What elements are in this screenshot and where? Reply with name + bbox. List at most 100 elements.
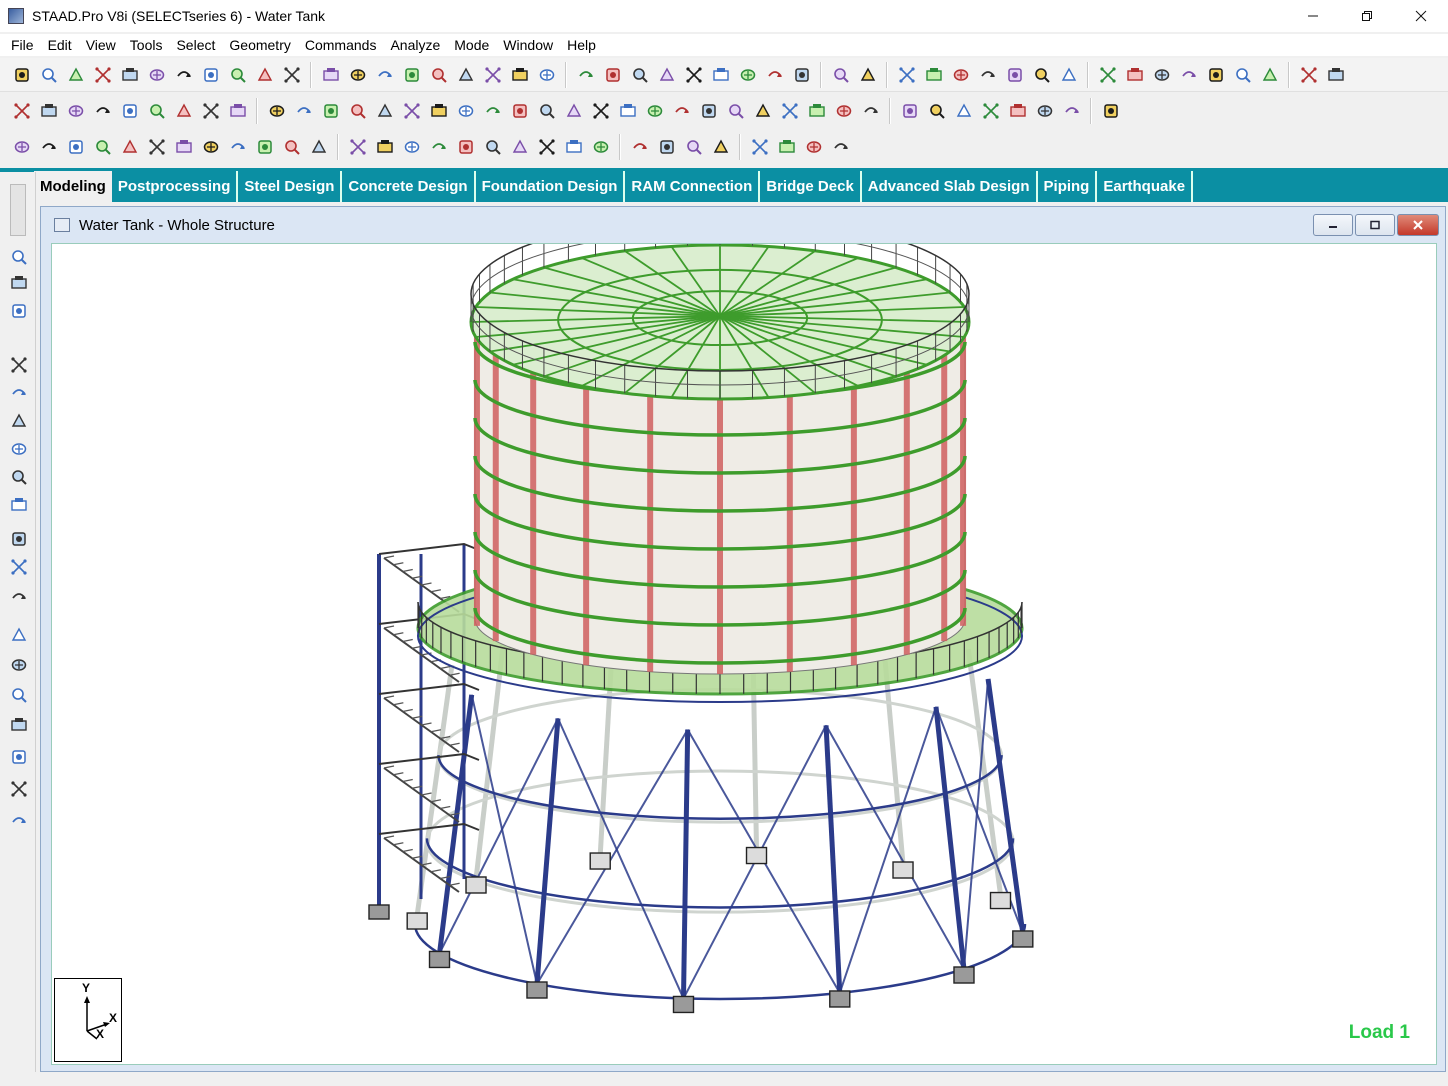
spin-left-button[interactable] [830, 64, 852, 86]
save-all-button[interactable] [92, 64, 114, 86]
structure-viewport[interactable]: Y X X Load 1 [51, 243, 1437, 1065]
intersect-button[interactable] [482, 100, 504, 122]
nodes-cursor-button[interactable] [896, 64, 918, 86]
node-cursor-button[interactable] [602, 64, 624, 86]
merge-beams-button[interactable] [644, 100, 666, 122]
rotate-up-button[interactable] [764, 64, 786, 86]
sidebar-general-button[interactable] [8, 354, 30, 376]
menu-view[interactable]: View [79, 37, 123, 53]
add-button[interactable] [776, 136, 798, 158]
settings-button[interactable] [1034, 100, 1056, 122]
rotate-geometry-button[interactable] [347, 100, 369, 122]
spin-right-button[interactable] [857, 64, 879, 86]
menu-window[interactable]: Window [496, 37, 560, 53]
zoom-all-button[interactable] [428, 64, 450, 86]
tab-modeling[interactable]: Modeling [34, 171, 112, 202]
child-maximize-button[interactable] [1355, 214, 1395, 236]
zoom-dynamic-button[interactable] [482, 64, 504, 86]
menu-file[interactable]: File [4, 37, 41, 53]
analysis-button[interactable] [656, 136, 678, 158]
plus-button[interactable] [803, 136, 825, 158]
sphere-button[interactable] [1007, 100, 1029, 122]
sidebar-load-button[interactable] [8, 466, 30, 488]
circle-button[interactable] [173, 100, 195, 122]
menu-tools[interactable]: Tools [123, 37, 170, 53]
mirror-button[interactable] [320, 100, 342, 122]
plates-cursor-button[interactable] [950, 64, 972, 86]
support-button[interactable] [65, 136, 87, 158]
geometry-cursor-button[interactable] [1031, 64, 1053, 86]
tab-bridge-deck[interactable]: Bridge Deck [760, 171, 862, 202]
plot-button[interactable] [1205, 64, 1227, 86]
menu-commands[interactable]: Commands [298, 37, 384, 53]
tab-concrete-design[interactable]: Concrete Design [342, 171, 476, 202]
add-node-button[interactable] [590, 100, 612, 122]
annotation-button[interactable] [710, 136, 732, 158]
child-close-button[interactable] [1397, 214, 1439, 236]
plate-snap-button[interactable] [953, 100, 975, 122]
cylinder-button[interactable] [1061, 100, 1083, 122]
beam-snap-button[interactable] [926, 100, 948, 122]
offset-button[interactable] [698, 100, 720, 122]
front-view-button[interactable] [683, 64, 705, 86]
tab-earthquake[interactable]: Earthquake [1097, 171, 1194, 202]
solid-snap-button[interactable] [980, 100, 1002, 122]
menu-help[interactable]: Help [560, 37, 603, 53]
tab-foundation-design[interactable]: Foundation Design [476, 171, 626, 202]
refresh-button[interactable] [1232, 64, 1254, 86]
sidebar-setup-button[interactable] [8, 272, 30, 294]
section-button[interactable] [347, 136, 369, 158]
compression-only-button[interactable] [308, 136, 330, 158]
sidebar-spec-button[interactable] [8, 410, 30, 432]
sidebar-output-button[interactable] [8, 714, 30, 736]
plate-button[interactable] [65, 100, 87, 122]
sidebar-design-button[interactable] [8, 556, 30, 578]
move-button[interactable] [374, 100, 396, 122]
solid-button[interactable] [92, 100, 114, 122]
tube-button[interactable] [401, 136, 423, 158]
sidebar-geometry-button[interactable] [8, 300, 30, 322]
split-button[interactable] [455, 100, 477, 122]
plus-red-button[interactable] [830, 136, 852, 158]
tab-postprocessing[interactable]: Postprocessing [112, 171, 239, 202]
sidebar-results-button[interactable] [8, 654, 30, 676]
node-snap-button[interactable] [899, 100, 921, 122]
user-table-button[interactable] [482, 136, 504, 158]
sidebar-report-button[interactable] [8, 684, 30, 706]
generate-plate-button[interactable] [725, 100, 747, 122]
infill-plate-button[interactable] [779, 100, 801, 122]
tension-only-button[interactable] [281, 136, 303, 158]
child-minimize-button[interactable] [1313, 214, 1353, 236]
sidebar-export-button[interactable] [8, 778, 30, 800]
spec-button[interactable] [146, 136, 168, 158]
break-beams-button[interactable] [671, 100, 693, 122]
tapered-button[interactable] [455, 136, 477, 158]
zoom-out-button[interactable] [347, 64, 369, 86]
renumber-button[interactable] [509, 100, 531, 122]
surface-button[interactable] [119, 100, 141, 122]
beam-button[interactable] [38, 100, 60, 122]
tab-advanced-slab-design[interactable]: Advanced Slab Design [862, 171, 1038, 202]
pencil-button[interactable] [146, 100, 168, 122]
sidebar-support-button[interactable] [8, 438, 30, 460]
isometric-view-button[interactable] [656, 64, 678, 86]
symbols-button[interactable] [1124, 64, 1146, 86]
prismatic-button[interactable] [428, 136, 450, 158]
labels-button[interactable] [1058, 64, 1080, 86]
cut-section-button[interactable] [536, 100, 558, 122]
minimize-button[interactable] [1286, 0, 1340, 32]
post-analysis-button[interactable] [683, 136, 705, 158]
sidebar-analysis-button[interactable] [8, 528, 30, 550]
repeat-load-button[interactable] [590, 136, 612, 158]
tab-steel-design[interactable]: Steel Design [238, 171, 343, 202]
sidebar-vertical-tab[interactable] [10, 184, 26, 236]
load-display-button[interactable] [1151, 64, 1173, 86]
cut-button[interactable] [119, 64, 141, 86]
export-button[interactable] [1100, 100, 1122, 122]
connect-beams-button[interactable] [617, 100, 639, 122]
translational-repeat-button[interactable] [266, 100, 288, 122]
add-beam-button[interactable] [1298, 64, 1320, 86]
rotate-button[interactable] [629, 64, 651, 86]
menu-select[interactable]: Select [169, 37, 222, 53]
restore-button[interactable] [1340, 0, 1394, 32]
